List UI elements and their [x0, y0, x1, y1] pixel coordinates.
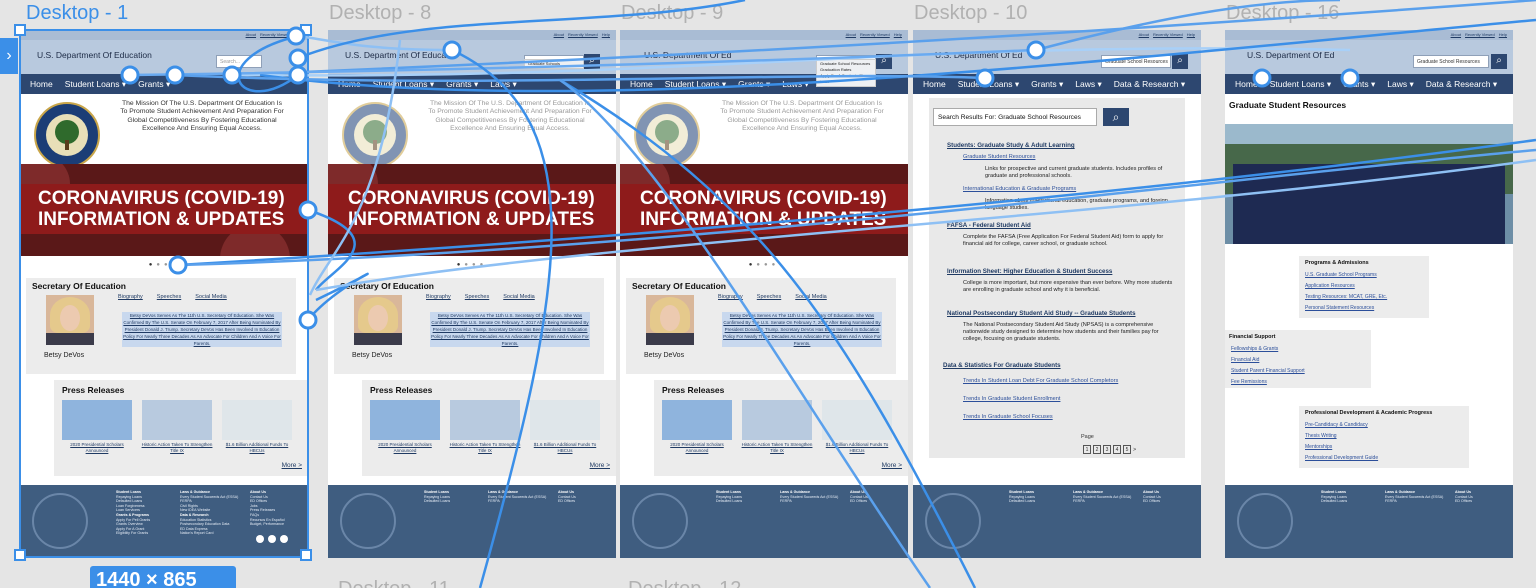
result-desc: Complete the FAFSA (Free Application For…	[963, 234, 1164, 247]
grad-link[interactable]: Professional Development Guide	[1305, 455, 1378, 461]
search-results-panel	[929, 98, 1185, 458]
search-icon[interactable]: ⌕	[876, 54, 892, 69]
results-heading: Search Results For: Graduate School Reso…	[933, 108, 1097, 126]
result-link[interactable]: International Education & Graduate Progr…	[963, 186, 1076, 192]
frame-desktop-16[interactable]: About Recently Viewed Help U.S. Department…	[1225, 30, 1513, 558]
page-title: Graduate Student Resources	[1229, 100, 1347, 110]
suggestion-item[interactable]: Apply For A Graduate Plus Loan	[820, 73, 872, 85]
graduates-photo	[1225, 124, 1513, 244]
frame-label-desktop-11[interactable]: Desktop - 11	[338, 578, 450, 588]
search-input[interactable]: Graduate School Resources	[1413, 55, 1489, 68]
grad-link[interactable]: Testing Resources: MCAT, GRE, Etc.	[1305, 294, 1387, 300]
grad-link[interactable]: Mentorships	[1305, 444, 1332, 450]
page-label: Page	[1081, 434, 1094, 440]
frame-label-desktop-10[interactable]: Desktop - 10	[914, 2, 1027, 25]
grad-link[interactable]: U.S. Graduate School Programs	[1305, 272, 1377, 278]
grad-link[interactable]: Thesis Writing	[1305, 433, 1337, 439]
page-4[interactable]: 4	[1113, 445, 1121, 454]
search-suggestions[interactable]: Graduate School Resources Graduation Rat…	[816, 59, 876, 87]
result-category[interactable]: National Postsecondary Student Aid Study…	[947, 310, 1136, 317]
result-link[interactable]: Trends In Graduate Student Enrollment	[963, 396, 1060, 402]
grad-link[interactable]: Personal Statement Resources	[1305, 305, 1374, 311]
pagination: 1 2 3 4 5 >	[1083, 445, 1136, 454]
frame-label-desktop-1[interactable]: Desktop - 1	[26, 2, 128, 25]
page-3[interactable]: 3	[1103, 445, 1111, 454]
frame-label-desktop-8[interactable]: Desktop - 8	[329, 2, 431, 25]
search-suggestions[interactable]: Graduate Schools	[524, 59, 584, 69]
selection-box	[19, 29, 309, 558]
search-input[interactable]: Graduate School Resources	[1101, 55, 1171, 68]
search-icon[interactable]: ⌕	[1103, 108, 1129, 126]
resize-handle[interactable]	[300, 549, 312, 561]
result-desc: Information about international educatio…	[985, 198, 1168, 211]
financial-support-box: Financial Support Fellowships & Grants F…	[1225, 330, 1371, 388]
grad-link[interactable]: Application Resources	[1305, 283, 1355, 289]
result-link[interactable]: Trends In Graduate School Focuses	[963, 414, 1053, 420]
page-5[interactable]: 5	[1123, 445, 1131, 454]
frame-label-desktop-16[interactable]: Desktop - 16	[1226, 2, 1339, 25]
search-icon[interactable]: ⌕	[1172, 54, 1188, 69]
grad-link[interactable]: Fellowships & Grants	[1231, 346, 1278, 352]
grad-link[interactable]: Pre-Candidacy & Candidacy	[1305, 422, 1368, 428]
search-icon[interactable]: ⌕	[584, 54, 600, 69]
result-link[interactable]: Trends In Student Loan Debt For Graduate…	[963, 378, 1118, 384]
result-desc: The National Postsecondary Student Aid S…	[963, 322, 1159, 342]
left-arrow-icon[interactable]: ›	[0, 38, 18, 74]
frame-desktop-10[interactable]: About Recently Viewed Help U.S. Department…	[913, 30, 1201, 558]
page-2[interactable]: 2	[1093, 445, 1101, 454]
frame-desktop-9[interactable]: About Recently Viewed Help U.S. Department…	[620, 30, 908, 558]
page-1[interactable]: 1	[1083, 445, 1091, 454]
programs-admissions-box: Programs & Admissions U.S. Graduate Scho…	[1299, 256, 1429, 318]
resize-handle[interactable]	[14, 549, 26, 561]
result-category[interactable]: Information Sheet: Higher Education & St…	[947, 268, 1112, 275]
frame-label-desktop-9[interactable]: Desktop - 9	[621, 2, 723, 25]
professional-development-box: Professional Development & Academic Prog…	[1299, 406, 1469, 468]
grad-link[interactable]: Student Parent Financial Support	[1231, 368, 1305, 374]
frame-size-badge: 1440 × 865	[90, 566, 236, 588]
frame-label-desktop-12[interactable]: Desktop - 12	[628, 578, 741, 588]
result-category[interactable]: Data & Statistics For Graduate Students	[943, 362, 1061, 369]
prototype-canvas[interactable]: { "frame_labels": ["Desktop - 1", "Deskt…	[0, 0, 1536, 588]
search-icon[interactable]: ⌕	[1491, 54, 1507, 69]
result-category[interactable]: Students: Graduate Study & Adult Learnin…	[947, 142, 1075, 149]
grad-link[interactable]: Financial Aid	[1231, 357, 1259, 363]
result-link[interactable]: Graduate Student Resources	[963, 154, 1035, 160]
frame-desktop-8[interactable]: About Recently Viewed Help U.S. Department…	[328, 30, 616, 558]
grad-link[interactable]: Fee Remissions	[1231, 379, 1267, 385]
result-category[interactable]: FAFSA - Federal Student Aid	[947, 222, 1031, 229]
resize-handle[interactable]	[300, 24, 312, 36]
resize-handle[interactable]	[14, 24, 26, 36]
result-desc: College is more important, but more expe…	[963, 280, 1173, 293]
next-page[interactable]: >	[1133, 447, 1136, 453]
result-desc: Links for prospective and current gradua…	[985, 166, 1163, 179]
